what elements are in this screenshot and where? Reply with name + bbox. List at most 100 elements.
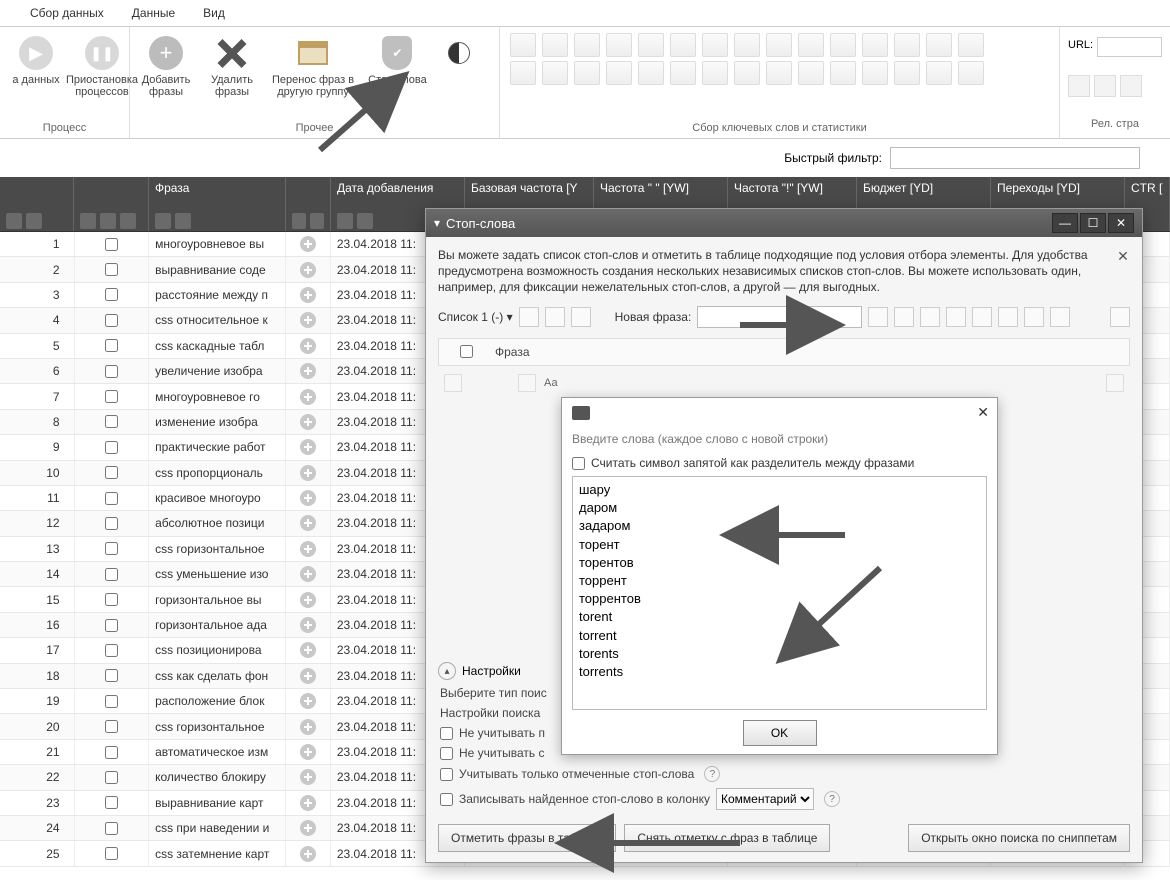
row-checkbox[interactable] [105, 847, 118, 860]
toolbar-icon[interactable] [926, 33, 952, 57]
collapse-icon[interactable]: ▴ [438, 662, 456, 680]
select-all-checkbox[interactable] [460, 345, 473, 358]
ignore-case-checkbox[interactable] [440, 727, 453, 740]
toolbar-icon[interactable] [798, 61, 824, 85]
row-checkbox[interactable] [105, 517, 118, 530]
col-freq1[interactable]: Частота " " [YW] [600, 181, 721, 195]
write-to-column-checkbox[interactable] [440, 793, 453, 806]
row-checkbox[interactable] [105, 466, 118, 479]
ok-button[interactable]: OK [743, 720, 817, 746]
toolbar-icon[interactable] [510, 61, 536, 85]
toolbar-icon[interactable] [670, 61, 696, 85]
edit-list-icon[interactable] [545, 307, 565, 327]
dialog-titlebar[interactable]: ▾ Стоп-слова — ☐ ✕ [426, 209, 1142, 237]
help-icon[interactable]: ? [704, 766, 720, 782]
expand-icon[interactable] [300, 719, 316, 735]
only-marked-checkbox[interactable] [440, 768, 453, 781]
filter-icon[interactable] [444, 374, 462, 392]
row-checkbox[interactable] [105, 822, 118, 835]
pause-processes-button[interactable]: ❚❚ Приостановка процессов [72, 31, 132, 102]
row-checkbox[interactable] [105, 288, 118, 301]
minimize-icon[interactable]: — [1052, 213, 1078, 233]
row-checkbox[interactable] [105, 263, 118, 276]
row-checkbox[interactable] [105, 771, 118, 784]
engine-icon[interactable] [1068, 75, 1090, 97]
toolbar-icon[interactable] [606, 33, 632, 57]
layout-icon[interactable] [1110, 307, 1130, 327]
toolbar-icon[interactable] [926, 61, 952, 85]
col-base[interactable]: Базовая частота [Y [471, 181, 587, 195]
maximize-icon[interactable]: ☐ [1080, 213, 1106, 233]
new-phrase-input[interactable] [697, 306, 862, 328]
toolbar-icon[interactable] [638, 61, 664, 85]
expand-icon[interactable] [300, 541, 316, 557]
col-budget[interactable]: Бюджет [YD] [863, 181, 984, 195]
toolbar-icon[interactable] [958, 33, 984, 57]
collect-data-button[interactable]: ▶ а данных [6, 31, 66, 90]
delete-list-icon[interactable] [571, 307, 591, 327]
expand-icon[interactable] [300, 820, 316, 836]
toolbar-icon[interactable] [542, 61, 568, 85]
open-snippet-search-button[interactable]: Открыть окно поиска по сниппетам [908, 824, 1130, 852]
row-checkbox[interactable] [105, 492, 118, 505]
expand-icon[interactable] [300, 490, 316, 506]
words-textarea[interactable] [572, 476, 987, 710]
col-phrase[interactable]: Фраза [155, 181, 279, 195]
toolbar-icon[interactable] [542, 33, 568, 57]
unmark-phrases-button[interactable]: Снять отметку с фраз в таблице [624, 824, 830, 852]
row-checkbox[interactable] [105, 568, 118, 581]
row-checkbox[interactable] [105, 542, 118, 555]
toolbar-icon[interactable] [766, 61, 792, 85]
stop-words-button[interactable]: ✔ Стоп-слова [364, 31, 431, 90]
toolbar-icon[interactable] [766, 33, 792, 57]
cut-icon[interactable] [1024, 307, 1044, 327]
expand-icon[interactable] [300, 566, 316, 582]
quick-filter-input[interactable] [890, 147, 1140, 169]
expand-icon[interactable] [300, 389, 316, 405]
row-checkbox[interactable] [105, 720, 118, 733]
col-freq2[interactable]: Частота "!" [YW] [734, 181, 850, 195]
toolbar-icon[interactable] [606, 61, 632, 85]
delete-phrases-button[interactable]: Удалить фразы [202, 31, 262, 102]
toolbar-icon[interactable] [574, 33, 600, 57]
toolbar-icon[interactable] [670, 33, 696, 57]
row-checkbox[interactable] [105, 415, 118, 428]
toolbar-icon[interactable] [510, 33, 536, 57]
move-phrases-button[interactable]: Перенос фраз в другую группу [268, 31, 358, 102]
expand-icon[interactable] [300, 592, 316, 608]
expand-icon[interactable] [300, 795, 316, 811]
contrast-icon[interactable] [998, 307, 1018, 327]
open-icon[interactable] [894, 307, 914, 327]
toolbar-icon[interactable] [894, 61, 920, 85]
expand-icon[interactable] [300, 414, 316, 430]
row-checkbox[interactable] [105, 238, 118, 251]
expand-icon[interactable] [300, 769, 316, 785]
expand-icon[interactable] [300, 668, 316, 684]
menu-item[interactable]: Данные [132, 6, 175, 20]
url-input[interactable] [1097, 37, 1162, 57]
toolbar-icon[interactable] [574, 61, 600, 85]
expand-icon[interactable] [300, 744, 316, 760]
toolbar-icon[interactable] [798, 33, 824, 57]
engine-icon[interactable] [1094, 75, 1116, 97]
toolbar-icon[interactable] [702, 33, 728, 57]
expand-icon[interactable] [300, 617, 316, 633]
close-icon[interactable]: ✕ [977, 404, 989, 421]
toolbar-icon[interactable] [734, 61, 760, 85]
mark-phrases-button[interactable]: Отметить фразы в таблице [438, 824, 616, 852]
toolbar-icon[interactable] [638, 33, 664, 57]
add-phrases-button[interactable]: + Добавить фразы [136, 31, 196, 102]
row-checkbox[interactable] [105, 796, 118, 809]
toolbar-icon[interactable] [830, 61, 856, 85]
row-checkbox[interactable] [105, 644, 118, 657]
filter-icon[interactable] [518, 374, 536, 392]
expand-icon[interactable] [300, 236, 316, 252]
col-ctr[interactable]: CTR [Y [1131, 181, 1163, 195]
contrast-button[interactable] [437, 31, 481, 78]
engine-icon[interactable] [1120, 75, 1142, 97]
paste-icon[interactable] [972, 307, 992, 327]
toolbar-icon[interactable] [862, 33, 888, 57]
toolbar-icon[interactable] [894, 33, 920, 57]
menu-item[interactable]: Сбор данных [30, 6, 104, 20]
row-checkbox[interactable] [105, 619, 118, 632]
